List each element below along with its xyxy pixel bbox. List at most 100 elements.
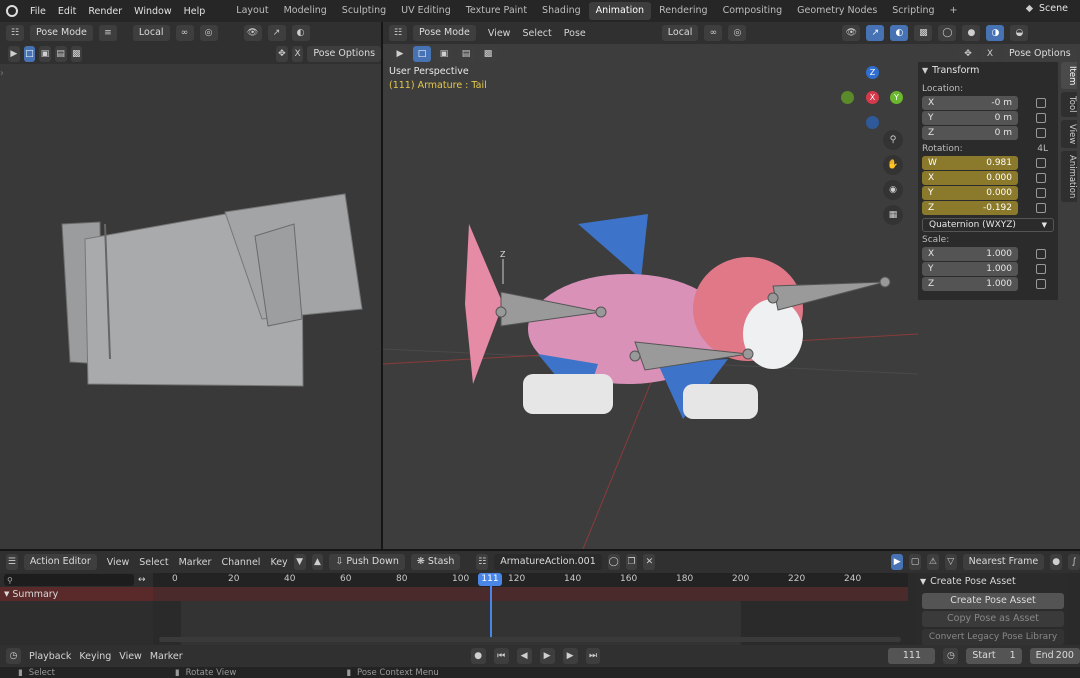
ae-menu-channel[interactable]: Channel [221,557,260,568]
lock-icon[interactable] [1036,128,1046,138]
sidebar-tab-tool[interactable]: Tool [1061,92,1077,117]
main-mirror-icon[interactable]: ✥ [959,46,977,62]
rotation-field-x[interactable]: X 0.000 [922,171,1018,185]
gizmo-icon[interactable]: ↗ [267,25,286,41]
stash-button[interactable]: ❋ Stash [410,554,461,570]
xray-icon[interactable]: ▩ [914,25,933,41]
timeline-editor-icon[interactable]: ◷ [6,648,21,664]
sidebar-tab-item[interactable]: Item [1061,62,1077,90]
select-tool-icon[interactable]: ▶ [8,46,20,62]
main-x-mirror-toggle[interactable]: X [981,46,999,62]
left-collapse-arrow-icon[interactable]: › [0,68,4,79]
lock-icon[interactable] [1036,203,1046,213]
proportional-editing-icon[interactable]: ● [1050,554,1063,570]
horizontal-scrollbar[interactable] [159,637,901,642]
scale-field-x[interactable]: X 1.000 [922,247,1018,261]
lock-icon[interactable] [1036,279,1046,289]
main-visibility-icon[interactable]: 👁 [842,25,861,41]
lock-icon[interactable] [1036,173,1046,183]
layer-up-icon[interactable]: ▲ [311,554,324,570]
shading-material-icon[interactable]: ◑ [986,25,1005,41]
rotation-mode-dropdown[interactable]: Quaternion (WXYZ) ▼ [922,218,1054,232]
main-pivot-icon[interactable]: ∞ [704,25,723,41]
menu-file[interactable]: File [30,6,46,17]
end-frame-field[interactable]: End 200 [1029,648,1080,664]
main-pose-options-dropdown[interactable]: Pose Options [1003,46,1077,62]
tab-uv-editing[interactable]: UV Editing [394,2,458,20]
main-select-extend-icon[interactable]: ▣ [435,46,453,62]
gizmo-y-axis[interactable]: Y [890,91,903,104]
main-menu-select[interactable]: Select [522,28,551,39]
select-subtract-icon[interactable]: ▤ [54,46,67,62]
menu-window[interactable]: Window [134,6,171,17]
keying-menu[interactable]: Keying [79,651,111,662]
clock-icon[interactable]: ◷ [943,648,959,664]
prev-keyframe-icon[interactable]: ◀ [516,648,532,664]
left-mode-dropdown[interactable]: Pose Mode [30,25,93,41]
blender-logo-icon[interactable] [6,5,18,17]
scene-selector[interactable]: ◆ Scene [1026,3,1068,14]
location-field-z[interactable]: Z 0 m [922,126,1018,140]
pb-view-menu[interactable]: View [119,651,142,662]
jump-end-icon[interactable]: ⏭ [585,648,601,664]
duplicate-action-icon[interactable]: ❐ [625,554,638,570]
shading-rendered-icon[interactable]: ◒ [1010,25,1029,41]
transform-panel-header[interactable]: ▼ Transform [918,62,1058,78]
editor-type-icon[interactable]: ☷ [6,25,24,41]
summary-channel[interactable]: ▼ Summary [0,587,153,601]
summary-collapse-icon[interactable]: ▼ [4,590,9,598]
only-errors-icon[interactable]: ⚠ [926,554,939,570]
main-mode-dropdown[interactable]: Pose Mode [413,25,476,41]
tab-texture-paint[interactable]: Texture Paint [459,2,534,20]
swap-arrows-icon[interactable]: ↔ [138,575,146,585]
tab-shading[interactable]: Shading [535,2,588,20]
shading-wireframe-icon[interactable]: ◯ [938,25,957,41]
convert-legacy-pose-library-button[interactable]: Convert Legacy Pose Library [922,629,1064,645]
location-field-y[interactable]: Y 0 m [922,111,1018,125]
jump-start-icon[interactable]: ⏮ [493,648,509,664]
menu-render[interactable]: Render [88,6,122,17]
tab-modeling[interactable]: Modeling [277,2,334,20]
left-mirror-icon[interactable]: ✥ [276,46,288,62]
main-select-invert-icon[interactable]: ▩ [479,46,497,62]
main-gizmo-icon[interactable]: ↗ [866,25,885,41]
grid-projection-icon[interactable]: ▦ [883,205,903,225]
menu-edit[interactable]: Edit [58,6,76,17]
lock-icon[interactable] [1036,98,1046,108]
tab-compositing[interactable]: Compositing [716,2,790,20]
visibility-icon[interactable]: 👁 [243,25,262,41]
record-icon[interactable]: ● [470,648,486,664]
frame-ruler[interactable]: 0 20 40 60 80 100 120 140 160 180 200 220 240 [153,573,908,587]
ae-menu-view[interactable]: View [107,557,130,568]
left-viewport[interactable]: ☷ Pose Mode ≡ Local ∞ ◎ 👁 ↗ ◐ ▶ □ ▣ ▤ ▩ … [0,22,382,549]
camera-icon[interactable]: ◉ [883,180,903,200]
shading-solid-icon[interactable]: ● [962,25,981,41]
main-orientation-dropdown[interactable]: Local [661,25,699,41]
location-field-x[interactable]: X -0 m [922,96,1018,110]
pose-asset-header[interactable]: ▼ Create Pose Asset [916,573,1068,589]
scale-field-y[interactable]: Y 1.000 [922,262,1018,276]
gizmo-neg-y-axis[interactable] [841,91,854,104]
left-pose-options-dropdown[interactable]: Pose Options [307,46,382,62]
show-hidden-icon[interactable]: ▢ [909,554,921,570]
proportional-icon[interactable]: ◎ [199,25,218,41]
tab-scripting[interactable]: Scripting [885,2,941,20]
playback-menu[interactable]: Playback [29,651,71,662]
layer-down-icon[interactable]: ▼ [293,554,306,570]
main-select-subtract-icon[interactable]: ▤ [457,46,475,62]
add-workspace-button[interactable]: + [943,2,965,20]
sidebar-tab-animation[interactable]: Animation [1061,151,1077,203]
tab-animation[interactable]: Animation [588,2,652,20]
hamburger-menu-icon[interactable]: ≡ [98,25,117,41]
lock-icon[interactable] [1036,188,1046,198]
push-down-button[interactable]: ⇩ Push Down [329,554,405,570]
action-name-field[interactable]: ArmatureAction.001 [494,554,602,570]
main-menu-pose[interactable]: Pose [564,28,586,39]
current-frame-badge[interactable]: 111 [478,573,502,586]
rotation-mode-short[interactable]: 4L [1037,144,1048,154]
overlay-icon[interactable]: ◐ [291,25,310,41]
current-frame-field[interactable]: 111 [888,648,936,664]
ae-menu-marker[interactable]: Marker [179,557,212,568]
ae-menu-select[interactable]: Select [139,557,168,568]
dopesheet-editor-icon[interactable]: ☰ [6,554,18,570]
